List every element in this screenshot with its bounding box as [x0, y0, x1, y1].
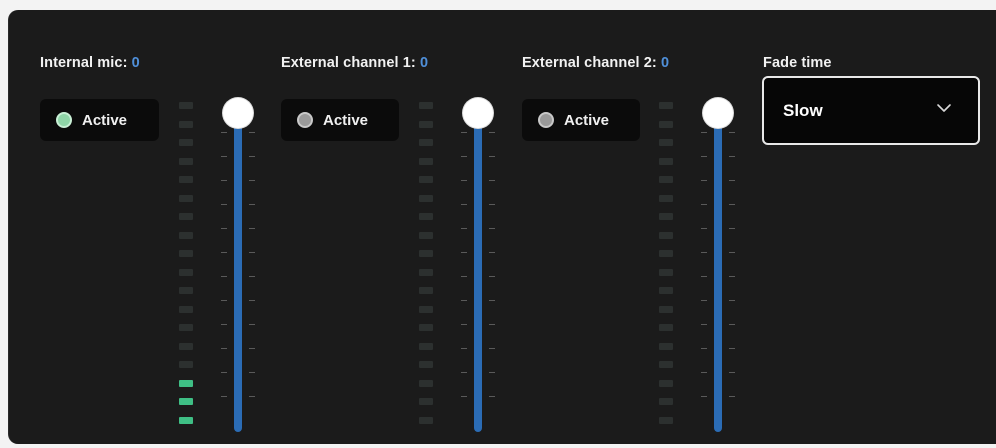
- meter-segment: [419, 268, 433, 276]
- meter-segment: [179, 416, 193, 424]
- mixer-panel: Internal mic: 0 Active External channel …: [8, 10, 996, 444]
- slider-track: [714, 110, 722, 432]
- meter-segment: [179, 342, 193, 350]
- meter-segment: [179, 250, 193, 257]
- slider-track: [234, 110, 242, 432]
- level-meter-external-1: [419, 102, 433, 432]
- status-dot-icon: [297, 112, 313, 128]
- active-toggle-internal-mic[interactable]: Active: [40, 99, 159, 141]
- meter-segment: [179, 268, 193, 276]
- volume-slider-internal-mic[interactable]: [223, 98, 253, 434]
- meter-segment: [659, 305, 673, 313]
- fade-time-label: Fade time: [763, 55, 832, 71]
- meter-segment: [179, 324, 193, 331]
- meter-segment: [419, 305, 433, 313]
- meter-segment: [659, 120, 673, 128]
- meter-segment: [419, 139, 433, 146]
- channel-value: 0: [131, 55, 140, 71]
- meter-segment: [179, 102, 193, 109]
- fade-time-label-text: Fade time: [763, 55, 832, 71]
- meter-segment: [659, 268, 673, 276]
- meter-segment: [419, 250, 433, 257]
- meter-segment: [419, 120, 433, 128]
- volume-slider-external-2[interactable]: [703, 98, 733, 434]
- meter-segment: [659, 250, 673, 257]
- chevron-down-icon: [937, 104, 951, 112]
- meter-segment: [419, 176, 433, 183]
- channel-label-text: External channel 2:: [522, 55, 657, 71]
- active-toggle-external-1[interactable]: Active: [281, 99, 399, 141]
- active-toggle-label: Active: [82, 111, 128, 129]
- meter-segment: [179, 139, 193, 146]
- meter-segment: [419, 287, 433, 294]
- meter-segment: [419, 324, 433, 331]
- meter-segment: [179, 157, 193, 165]
- fade-time-value: Slow: [783, 100, 823, 120]
- meter-segment: [659, 416, 673, 424]
- meter-segment: [419, 398, 433, 405]
- active-toggle-label: Active: [323, 111, 369, 129]
- meter-segment: [659, 398, 673, 405]
- channel-label-text: Internal mic:: [40, 55, 128, 71]
- status-dot-icon: [538, 112, 554, 128]
- meter-segment: [179, 231, 193, 239]
- meter-segment: [659, 361, 673, 368]
- meter-segment: [179, 176, 193, 183]
- meter-segment: [419, 231, 433, 239]
- channel-label-external-1: External channel 1: 0: [281, 55, 428, 71]
- slider-thumb[interactable]: [463, 98, 493, 128]
- meter-segment: [179, 305, 193, 313]
- slider-track: [474, 110, 482, 432]
- meter-segment: [179, 120, 193, 128]
- meter-segment: [419, 194, 433, 202]
- channel-label-external-2: External channel 2: 0: [522, 55, 669, 71]
- meter-segment: [659, 102, 673, 109]
- level-meter-external-2: [659, 102, 673, 432]
- meter-segment: [659, 342, 673, 350]
- meter-segment: [659, 176, 673, 183]
- meter-segment: [419, 213, 433, 220]
- meter-segment: [179, 379, 193, 387]
- channel-label-internal-mic: Internal mic: 0: [40, 55, 140, 71]
- meter-segment: [419, 342, 433, 350]
- meter-segment: [659, 324, 673, 331]
- channel-label-text: External channel 1:: [281, 55, 416, 71]
- meter-segment: [419, 361, 433, 368]
- slider-thumb[interactable]: [223, 98, 253, 128]
- active-toggle-label: Active: [564, 111, 610, 129]
- meter-segment: [419, 102, 433, 109]
- level-meter-internal-mic: [179, 102, 193, 432]
- meter-segment: [659, 139, 673, 146]
- meter-segment: [659, 157, 673, 165]
- meter-segment: [659, 194, 673, 202]
- volume-slider-external-1[interactable]: [463, 98, 493, 434]
- fade-time-select[interactable]: Slow: [762, 76, 980, 145]
- meter-segment: [659, 379, 673, 387]
- meter-segment: [659, 213, 673, 220]
- meter-segment: [419, 379, 433, 387]
- channel-value: 0: [661, 55, 670, 71]
- meter-segment: [419, 416, 433, 424]
- slider-thumb[interactable]: [703, 98, 733, 128]
- meter-segment: [179, 287, 193, 294]
- meter-segment: [179, 361, 193, 368]
- active-toggle-external-2[interactable]: Active: [522, 99, 640, 141]
- meter-segment: [659, 287, 673, 294]
- meter-segment: [179, 213, 193, 220]
- meter-segment: [179, 194, 193, 202]
- status-dot-icon: [56, 112, 72, 128]
- meter-segment: [659, 231, 673, 239]
- meter-segment: [419, 157, 433, 165]
- channel-value: 0: [420, 55, 429, 71]
- meter-segment: [179, 398, 193, 405]
